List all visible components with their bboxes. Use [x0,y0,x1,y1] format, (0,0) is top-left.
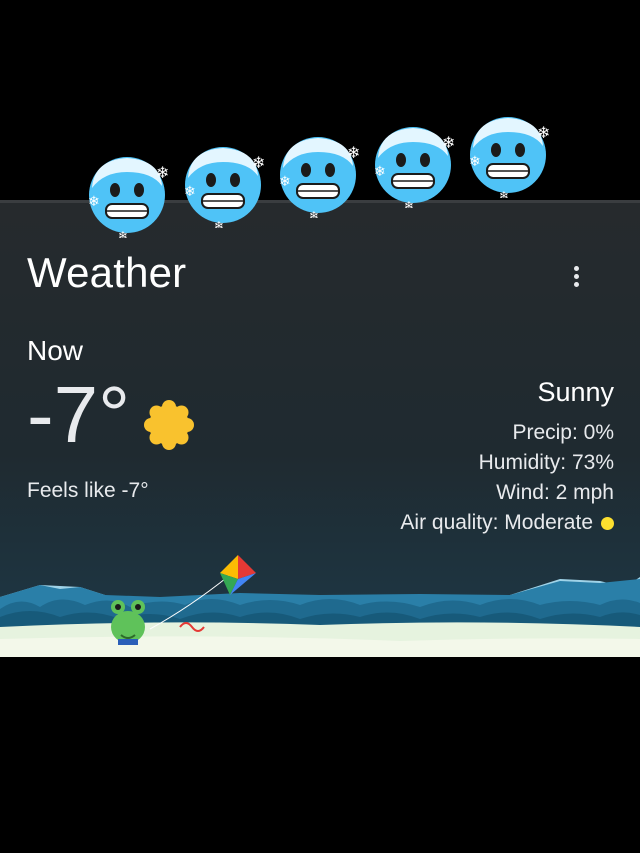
cold-face-icon: ❄ ❄ ❄ [88,157,169,238]
screen: Weather Now -7° Feels like -7° Sunny Pre… [0,0,640,853]
svg-text:❄: ❄ [118,229,128,238]
svg-text:❄: ❄ [88,194,100,210]
cold-face-icon: ❄ ❄ ❄ [374,127,455,208]
svg-text:❄: ❄ [347,143,360,162]
weather-details: Sunny Precip: 0% Humidity: 73% Wind: 2 m… [400,377,614,538]
wind-text: Wind: 2 mph [496,481,614,504]
scenery-illustration [0,574,640,657]
cold-face-icon: ❄ ❄ ❄ [469,117,550,198]
svg-text:❄: ❄ [156,163,169,182]
air-quality-text: Air quality: Moderate [400,511,593,534]
svg-text:❄: ❄ [404,199,414,208]
kite-icon [220,555,256,595]
weather-card[interactable]: Weather Now -7° Feels like -7° Sunny Pre… [0,200,640,657]
more-options-icon [573,265,579,271]
svg-text:❄: ❄ [279,174,291,190]
svg-text:❄: ❄ [214,219,224,228]
svg-text:❄: ❄ [184,184,196,200]
air-quality-dot-icon [601,517,614,530]
app-title: Weather [27,249,187,296]
cold-face-icon: ❄ ❄ ❄ [184,147,265,228]
more-options-icon-dot [573,273,579,279]
feels-like-text: Feels like -7° [27,479,149,502]
more-options-button[interactable] [562,259,590,293]
svg-text:❄: ❄ [537,123,550,142]
air-quality-row[interactable]: Air quality: Moderate [400,508,614,538]
svg-text:❄: ❄ [309,209,319,218]
cold-face-icon: ❄ ❄ ❄ [279,137,360,218]
now-label: Now [27,335,84,366]
svg-text:❄: ❄ [252,153,265,172]
humidity-text: Humidity: 73% [478,451,614,474]
svg-text:❄: ❄ [374,164,386,180]
precip-text: Precip: 0% [512,421,614,444]
svg-text:❄: ❄ [469,154,481,170]
condition-text: Sunny [537,377,614,407]
more-options-icon-dot [573,281,579,287]
svg-text:❄: ❄ [499,189,509,198]
current-temperature: -7° [27,370,131,459]
sun-icon [144,400,194,450]
svg-text:❄: ❄ [442,133,455,152]
